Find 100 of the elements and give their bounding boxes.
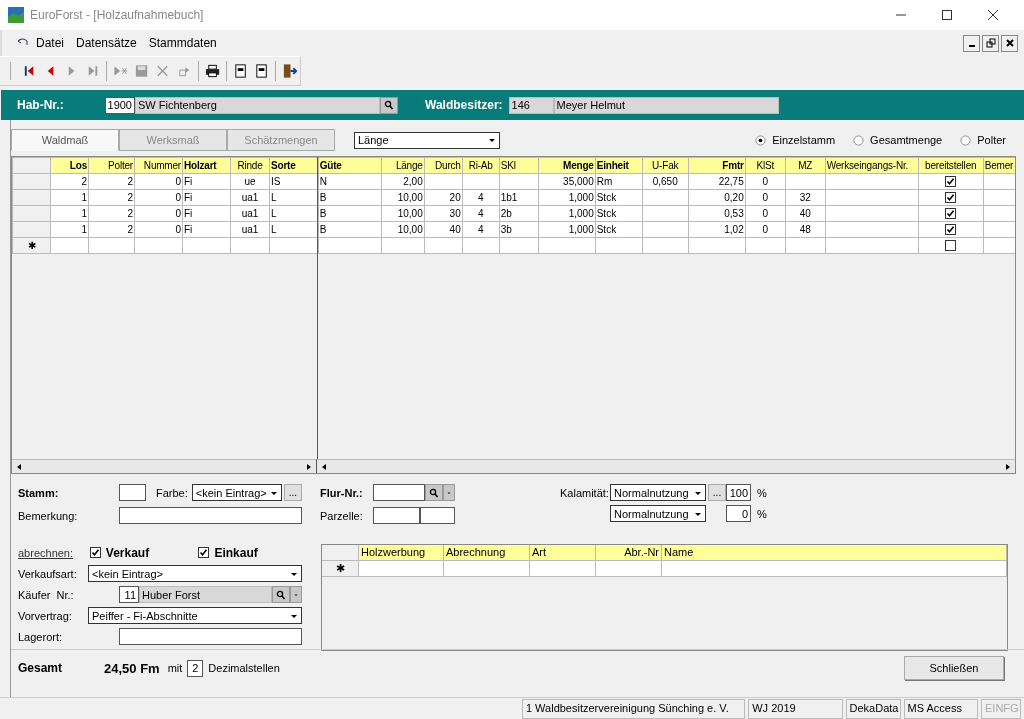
child-close-icon[interactable] [1001,34,1018,52]
radio-button[interactable] [853,134,865,146]
column-header[interactable]: Fmtr [688,157,746,174]
column-header[interactable]: Einheit [595,157,643,174]
storage-field[interactable] [119,628,302,645]
column-header[interactable]: Abr.-Nr [596,545,662,561]
field-label: Kalamität: [560,486,606,499]
hab-name-field[interactable]: SW Fichtenberg [135,96,380,114]
checkbox[interactable] [945,240,957,252]
checkbox[interactable] [198,547,210,558]
close-button[interactable]: Schließen [904,656,1004,680]
column-header[interactable]: Sorte [269,157,317,174]
menu-item[interactable]: Stammdaten [148,36,217,50]
radio-button[interactable] [755,134,767,146]
owner-name-field: Meyer Helmut [553,96,779,114]
contract-dropdown[interactable]: Peiffer - Fi-Abschnitte [88,607,302,624]
checkbox-label[interactable]: Verkauf [105,545,150,560]
stamm-field[interactable] [119,484,146,501]
calamity-dropdown[interactable]: Normalnutzung [610,505,706,522]
parcel-field[interactable] [420,507,455,524]
column-header[interactable]: U-Fak [642,157,689,174]
view-dropdown[interactable]: Länge [354,131,500,149]
more-button[interactable]: ... [283,484,302,501]
column-header[interactable]: Holzart [182,157,231,174]
checkbox[interactable] [945,192,957,204]
close-icon[interactable] [987,9,999,21]
printer-icon[interactable] [204,63,220,79]
column-header[interactable]: Ri-Ab [462,157,500,174]
color-dropdown[interactable]: <kein Eintrag> [191,484,282,501]
checkbox[interactable] [945,208,957,220]
field-label: Verkaufsart: [18,567,78,580]
search-button[interactable] [272,586,290,603]
horizontal-scrollbar[interactable] [317,459,1015,473]
buyer-number-field[interactable]: 11 [119,586,139,603]
column-header[interactable]: Güte [318,157,382,174]
window-title: EuroForst - [Holzaufnahmebuch] [30,8,204,22]
exit-door-icon[interactable] [281,63,297,79]
radio-button[interactable] [960,134,972,146]
radio-label[interactable]: Polter [977,134,1006,146]
checkbox[interactable] [945,224,957,236]
checkbox[interactable] [89,547,101,558]
hab-number-field[interactable]: 1900 [105,96,135,114]
status-panel: DekaData [845,699,901,719]
horizontal-scrollbar[interactable] [12,459,317,473]
tab[interactable]: Waldmaß [11,129,119,151]
child-minimize-icon[interactable] [963,34,980,52]
column-header[interactable]: Werkseingangs-Nr. [825,157,919,174]
checkbox-label[interactable]: Einkauf [214,545,258,560]
menu-item[interactable]: Datei [36,36,64,50]
scroll-left-icon[interactable] [15,462,23,471]
search-icon [429,487,439,498]
scroll-left-icon[interactable] [320,462,328,471]
search-icon [384,100,394,110]
status-panel: EINFG [981,699,1021,719]
scroll-right-icon[interactable] [305,462,313,471]
column-header[interactable]: KlSt [745,157,786,174]
column-header[interactable]: Länge [381,157,425,174]
document-icon[interactable] [253,63,269,79]
calamity-dropdown[interactable]: Normalnutzung [610,484,706,501]
field-label: Waldbesitzer: [425,98,503,112]
column-header[interactable]: Rinde [230,157,270,174]
maximize-icon[interactable] [941,9,953,21]
column-header[interactable]: Holzwerbung [359,545,444,561]
column-header[interactable]: Bemer [983,157,1015,174]
buyer-name-field[interactable]: Huber Forst [139,586,272,603]
search-button[interactable] [380,96,398,114]
column-header[interactable]: Polter [88,157,135,174]
column-header[interactable]: Name [662,545,1007,561]
scroll-right-icon[interactable] [1004,462,1012,471]
status-panel: 1 Waldbesitzervereinigung Sünching e. V. [521,699,746,719]
total-value: 24,50 Fm [104,660,160,676]
column-header[interactable]: Los [50,157,89,174]
document-icon[interactable] [232,63,248,79]
menu-item[interactable]: Datensätze [76,36,137,50]
column-header[interactable]: Art [530,545,596,561]
field-label: Hab-Nr.: [17,98,65,112]
parcel-field[interactable] [373,507,420,524]
radio-label[interactable]: Einzelstamm [772,134,836,146]
sale-type-dropdown[interactable]: <kein Eintrag> [88,565,302,582]
percent-field[interactable]: 0 [726,505,751,522]
column-header[interactable]: MZ [785,157,826,174]
percent-field[interactable]: 100 [726,484,751,501]
flur-field[interactable] [373,484,425,501]
column-header[interactable]: Abrechnung [444,545,530,561]
column-header[interactable]: Menge [538,157,596,174]
column-header[interactable]: Durch [424,157,463,174]
decimals-field[interactable]: 2 [187,659,204,677]
remark-field[interactable] [119,507,302,524]
column-header[interactable]: SKl [499,157,539,174]
checkbox[interactable] [945,176,957,188]
child-restore-icon[interactable] [982,34,999,52]
search-button[interactable] [425,484,443,501]
new-row-marker[interactable]: ✱ [322,561,359,577]
column-header[interactable]: Nummer [134,157,183,174]
radio-label[interactable]: Gesamtmenge [870,134,943,146]
more-button[interactable]: ... [708,484,726,501]
settle-link[interactable]: abrechnen: [18,546,86,559]
field-label: Dezimalstellen [208,662,280,674]
field-label: mit [167,662,183,674]
column-header[interactable]: bereitstellen [918,157,984,174]
